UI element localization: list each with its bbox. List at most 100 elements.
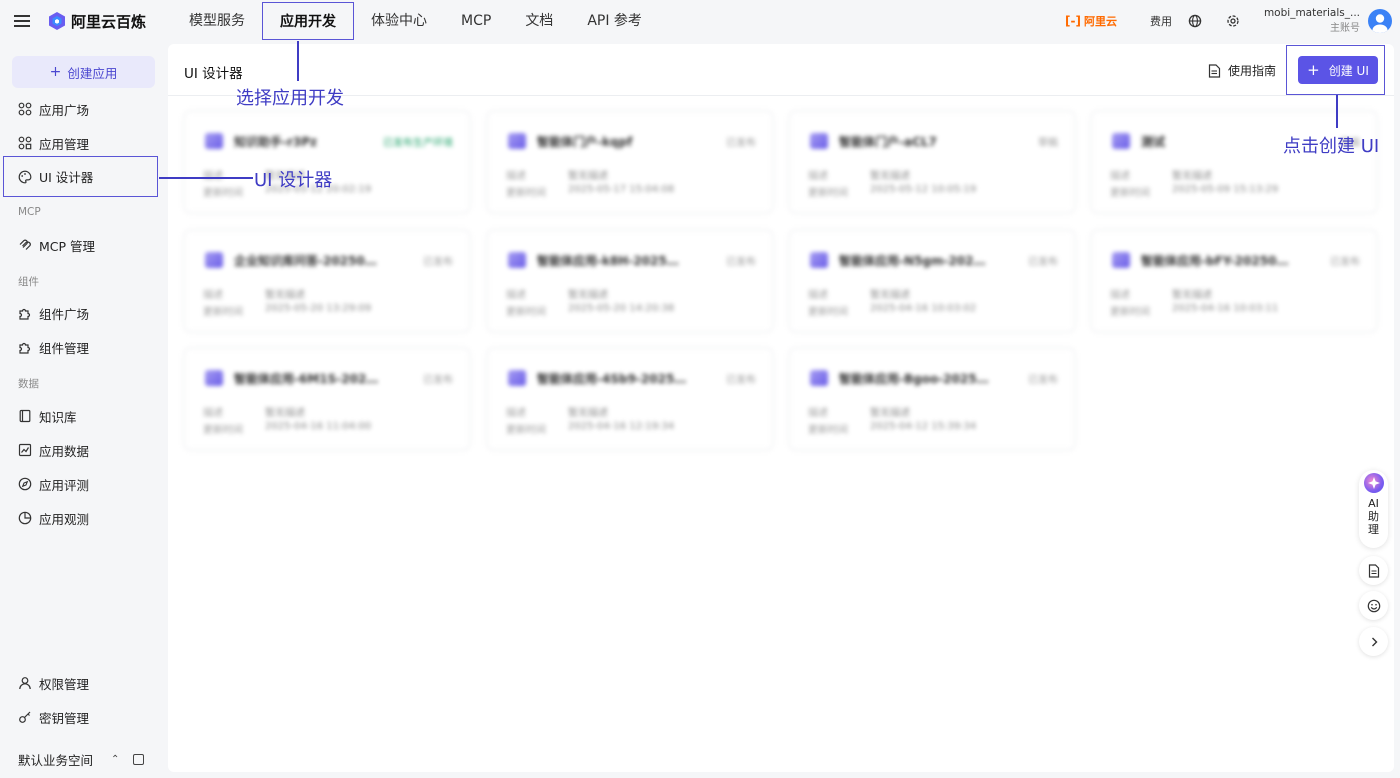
card-time-row: 更新时间 2025-04-16 11:04:00 (203, 421, 371, 436)
sidebar-item-mcp-manage[interactable]: MCP 管理 (4, 228, 159, 262)
card-title: 智能体应用-6M1S-202504... (234, 372, 384, 386)
card-desc-value: 暂无描述 (870, 171, 910, 182)
card-desc-row: 描述 暂无描述 (808, 404, 910, 419)
sidebar: + 创建应用 应用广场 应用管理 UI 设计器 MCP MCP 管理 组件 组件… (0, 42, 167, 778)
float-expand-button[interactable] (1359, 627, 1388, 656)
card-time-label: 更新时间 (203, 188, 243, 199)
sidebar-item-app-data[interactable]: 应用数据 (4, 433, 159, 467)
nav-docs[interactable]: 文档 (508, 2, 570, 40)
sidebar-item-label: 应用观测 (39, 511, 90, 527)
sidebar-item-label: 应用数据 (39, 443, 90, 459)
ui-card[interactable]: 知识助手-r3Pz 已发布生产环境描述暂无描述更新时间2025-05-12 20:… (184, 111, 470, 213)
sidebar-group-data: 数据 (18, 378, 39, 390)
chart-icon (18, 443, 32, 457)
ui-card[interactable]: 智能体应用-N5gm-202504... 已发布描述 暂无描述更新时间 2025-04… (789, 230, 1075, 332)
pie-icon (18, 511, 32, 525)
card-time-value: 2025-04-16 10:03:11 (1172, 303, 1279, 314)
ui-card[interactable]: 智能体应用-bFY-202504... 已发布 描述 暂无描述 更新时间 2025-04-… (1091, 230, 1377, 332)
menu-icon[interactable] (14, 15, 30, 27)
sidebar-item-knowledge-base[interactable]: 知识库 (4, 399, 159, 433)
nav-model-service[interactable]: 模型服务 (172, 2, 262, 40)
sidebar-item-label: 密钥管理 (39, 710, 90, 726)
card-time-label: 更新时间 (203, 307, 243, 318)
ai-assistant-button[interactable]: AI 助 理 (1359, 470, 1388, 548)
ui-card[interactable]: 智能体应用-6M1S-202504... 已发布描述 暂无描述更新时间 2025-04… (184, 348, 470, 450)
card-desc-row: 描述 暂无描述 (808, 286, 910, 301)
sidebar-item-app-manage[interactable]: 应用管理 (4, 126, 159, 160)
card-desc-value: 暂无描述 (870, 408, 910, 419)
document-icon (1208, 63, 1221, 78)
sidebar-item-label: 知识库 (39, 409, 77, 425)
card-time-row: 更新时间 2025-05-17 15:04:08 (506, 184, 674, 199)
card-time-value: 2025-04-16 11:04:00 (265, 421, 372, 432)
sidebar-item-label: 组件广场 (39, 306, 90, 322)
account-name: mobi_materials_... (1263, 7, 1360, 19)
card-time-row: 更新时间 2025-04-16 10:03:02 (808, 303, 976, 318)
sidebar-item-app-square[interactable]: 应用广场 (4, 92, 159, 126)
account-info[interactable]: mobi_materials_... 主账号 (1264, 6, 1360, 36)
sidebar-item-label: MCP 管理 (39, 238, 96, 254)
ai-orb-icon (1363, 473, 1384, 493)
card-desc-row: 描述 暂无描述 (1110, 286, 1212, 301)
float-feedback-button[interactable] (1359, 591, 1388, 620)
app-icon (810, 252, 828, 268)
nav-app-dev[interactable]: 应用开发 (262, 2, 355, 40)
card-time-label: 更新时间 (808, 307, 848, 318)
sidebar-item-ui-designer[interactable]: UI 设计器 (3, 156, 158, 197)
card-title: 智能体应用-4Sb9-202504... (537, 372, 687, 386)
avatar[interactable] (1368, 9, 1392, 33)
account-role: 主账号 (1330, 23, 1360, 34)
sidebar-group-mcp: MCP (18, 206, 41, 218)
ui-card[interactable]: 智能体门户-kqpf 已发布 描述 暂无描述 更新时间 2025-05-17 15:04:… (487, 111, 773, 213)
usage-guide-link[interactable]: 使用指南 (1208, 62, 1276, 79)
app-icon (1112, 252, 1130, 268)
ui-card[interactable]: 智能体应用-4Sb9-202504... 已发布描述 暂无描述更新时间 2025-04… (487, 348, 773, 450)
chevron-up-icon: ⌃ (111, 754, 120, 765)
card-title: 知识助手-r3Pz (234, 135, 318, 149)
card-title: 智能体应用-bFY-202504... (1141, 254, 1291, 268)
workspace-switcher[interactable]: 默认业务空间 ⌃ (18, 750, 158, 769)
app-icon (810, 370, 828, 386)
ui-card[interactable]: 智能体应用-Bgoo-202504... 已发布描述 暂无描述更新时间 2025-04… (789, 348, 1075, 450)
card-time-value: 2025-05-20 13:29:09 (265, 303, 372, 314)
card-time-label: 更新时间 (808, 188, 848, 199)
card-desc-value: 暂无描述 (265, 290, 305, 301)
annotation-box-create-ui (1286, 45, 1385, 95)
nav-experience-center[interactable]: 体验中心 (354, 2, 444, 40)
app-icon (205, 252, 223, 268)
brand-logo[interactable]: 阿里云百炼 (48, 11, 146, 32)
sidebar-item-component-square[interactable]: 组件广场 (4, 296, 159, 330)
nav-api-reference[interactable]: API 参考 (570, 2, 659, 40)
card-status: 草稿 (1038, 138, 1058, 149)
sidebar-item-label: 权限管理 (39, 676, 90, 692)
ui-card[interactable]: 智能体门户-aCL7 草稿 描述 暂无描述 更新时间 2025-05-12 10:05:1… (789, 111, 1075, 213)
card-time-label: 更新时间 (506, 307, 546, 318)
plus-icon: + (49, 64, 62, 80)
sidebar-item-app-evaluation[interactable]: 应用评测 (4, 467, 159, 501)
ui-card[interactable]: 企业知识库问答-20250723... 已发布描述 暂无描述更新时间 2025-05-… (184, 230, 470, 332)
card-desc-value: 暂无描述 (1172, 171, 1212, 182)
ui-card[interactable]: 测试 草稿 描述 暂无描述 更新时间 2025-05-09 15:13:29 (1091, 111, 1377, 213)
float-doc-button[interactable] (1359, 556, 1388, 585)
collapse-sidebar-icon[interactable] (133, 754, 145, 765)
card-title: 智能体应用-k8H-20250420... (537, 254, 687, 268)
puzzle-settings-icon (19, 342, 31, 354)
gear-icon[interactable] (1226, 14, 1240, 28)
sidebar-item-permission[interactable]: 权限管理 (4, 666, 159, 700)
ui-card[interactable]: 智能体应用-k8H-20250420... 已发布描述 暂无描述更新时间 2025-0… (487, 230, 773, 332)
fee-link[interactable]: 费用 (1150, 13, 1172, 29)
sidebar-item-key-manage[interactable]: 密钥管理 (4, 700, 159, 734)
aliyun-logo[interactable]: [-] 阿里云 (1065, 13, 1117, 29)
card-status: 已发布 (1028, 375, 1058, 386)
card-desc-label: 描述 (203, 290, 223, 301)
card-time-label: 更新时间 (203, 425, 243, 436)
main-nav: 模型服务 应用开发 体验中心 MCP 文档 API 参考 (172, 0, 659, 42)
sidebar-item-component-manage[interactable]: 组件管理 (4, 330, 159, 364)
page-header: UI 设计器 使用指南 + 创建 UI (168, 44, 1394, 96)
key-icon (19, 711, 31, 723)
globe-icon[interactable] (1188, 14, 1202, 28)
sidebar-item-app-observe[interactable]: 应用观测 (4, 501, 159, 535)
card-time-label: 更新时间 (506, 425, 546, 436)
create-app-button[interactable]: + 创建应用 (12, 56, 155, 88)
nav-mcp[interactable]: MCP (444, 2, 508, 40)
